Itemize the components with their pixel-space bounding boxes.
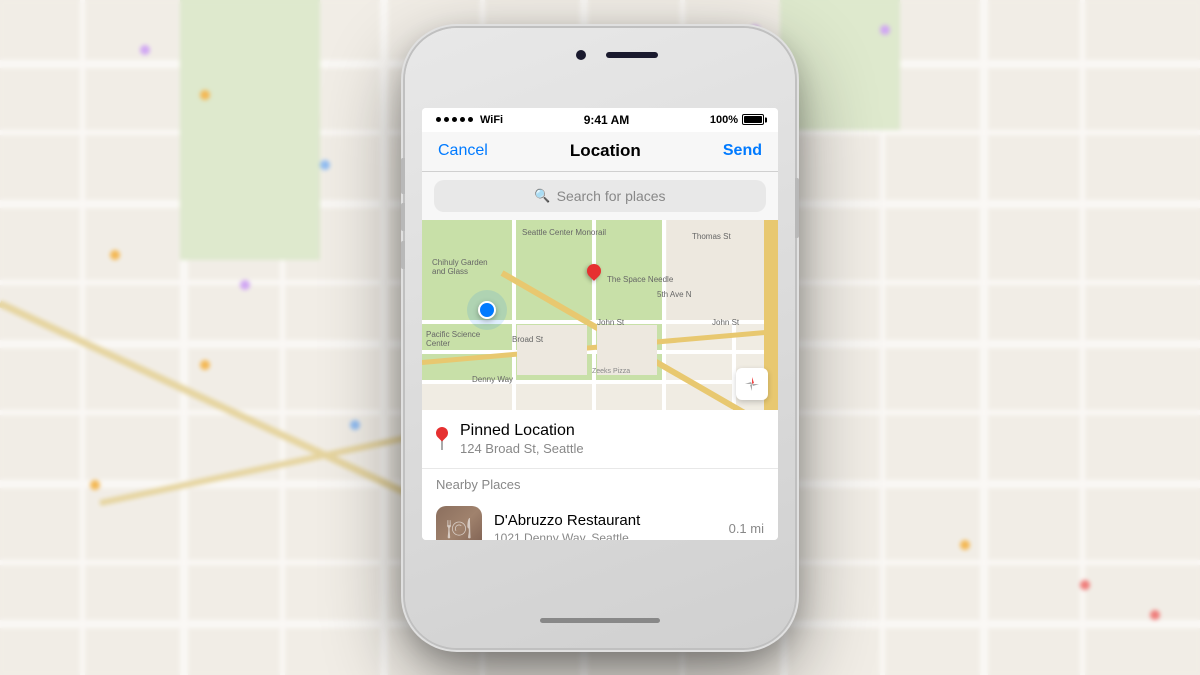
results-list: Pinned Location 124 Broad St, Seattle Ne… [422, 410, 778, 540]
nearby-places-heading: Nearby Places [422, 469, 778, 496]
pinned-location-info: Pinned Location 124 Broad St, Seattle [460, 422, 764, 456]
map-road [592, 220, 596, 410]
pin-icon [436, 427, 448, 450]
status-bar: WiFi 9:41 AM 100% [422, 108, 778, 132]
status-right: 100% [710, 114, 764, 126]
restaurant-icon: 🍽 [446, 516, 471, 540]
phone-frame: WiFi 9:41 AM 100% Cancel Location Send 🔍… [405, 28, 795, 648]
send-button[interactable]: Send [723, 142, 762, 160]
place-thumbnail-restaurant: 🍽 [436, 506, 482, 540]
search-bar: 🔍 Search for places [422, 172, 778, 220]
place-distance: 0.1 mi [729, 521, 764, 536]
pinned-location-address: 124 Broad St, Seattle [460, 441, 764, 456]
pinned-location-title: Pinned Location [460, 422, 764, 440]
battery-pct: 100% [710, 114, 738, 126]
map-label-chihuly: Chihuly Gardenand Glass [432, 258, 488, 276]
front-camera [576, 50, 586, 60]
user-location-dot [467, 290, 507, 330]
map-label-thomas: Thomas St [692, 232, 731, 241]
phone-top-bezel [405, 28, 795, 108]
home-bar [540, 618, 660, 623]
map-label-zeeks: Zeeks Pizza [592, 368, 630, 375]
battery-fill [744, 116, 762, 123]
nav-title: Location [570, 141, 641, 161]
map-view[interactable]: Seattle Center Monorail Chihuly Gardenan… [422, 220, 778, 410]
map-label-john2: John St [712, 318, 739, 327]
cancel-button[interactable]: Cancel [438, 142, 488, 160]
search-icon: 🔍 [534, 188, 550, 204]
navigation-bar: Cancel Location Send [422, 132, 778, 172]
pin-head [434, 425, 451, 442]
map-block [517, 325, 587, 375]
wifi-label: WiFi [480, 114, 503, 126]
map-road [662, 220, 666, 410]
map-location-pin [587, 264, 601, 278]
map-label-5thave: 5th Ave N [657, 290, 692, 299]
battery-icon [742, 114, 764, 125]
map-label-space-needle: The Space Needle [607, 275, 673, 284]
status-time: 9:41 AM [584, 113, 630, 127]
volume-buttons [401, 203, 405, 269]
place-info: D'Abruzzo Restaurant 1021 Denny Way, Sea… [494, 512, 717, 540]
map-label-john: John St [597, 318, 624, 327]
map-label-broad: Broad St [512, 335, 543, 344]
speaker-bar [606, 52, 658, 58]
place-name: D'Abruzzo Restaurant [494, 512, 717, 529]
pinned-location-item[interactable]: Pinned Location 124 Broad St, Seattle [422, 410, 778, 469]
map-label-monorail: Seattle Center Monorail [522, 228, 606, 237]
search-input[interactable]: 🔍 Search for places [434, 180, 766, 212]
phone-screen: WiFi 9:41 AM 100% Cancel Location Send 🔍… [422, 108, 778, 540]
map-label-denny: Denny Way [472, 375, 513, 384]
signal-bars: WiFi [436, 114, 503, 126]
list-item[interactable]: 🍽 D'Abruzzo Restaurant 1021 Denny Way, S… [422, 496, 778, 540]
compass-button[interactable] [736, 368, 768, 400]
place-address: 1021 Denny Way, Seattle [494, 531, 717, 540]
home-indicator [405, 594, 795, 648]
map-label-pac-sci: Pacific ScienceCenter [426, 330, 480, 348]
search-placeholder-text: Search for places [557, 188, 666, 204]
